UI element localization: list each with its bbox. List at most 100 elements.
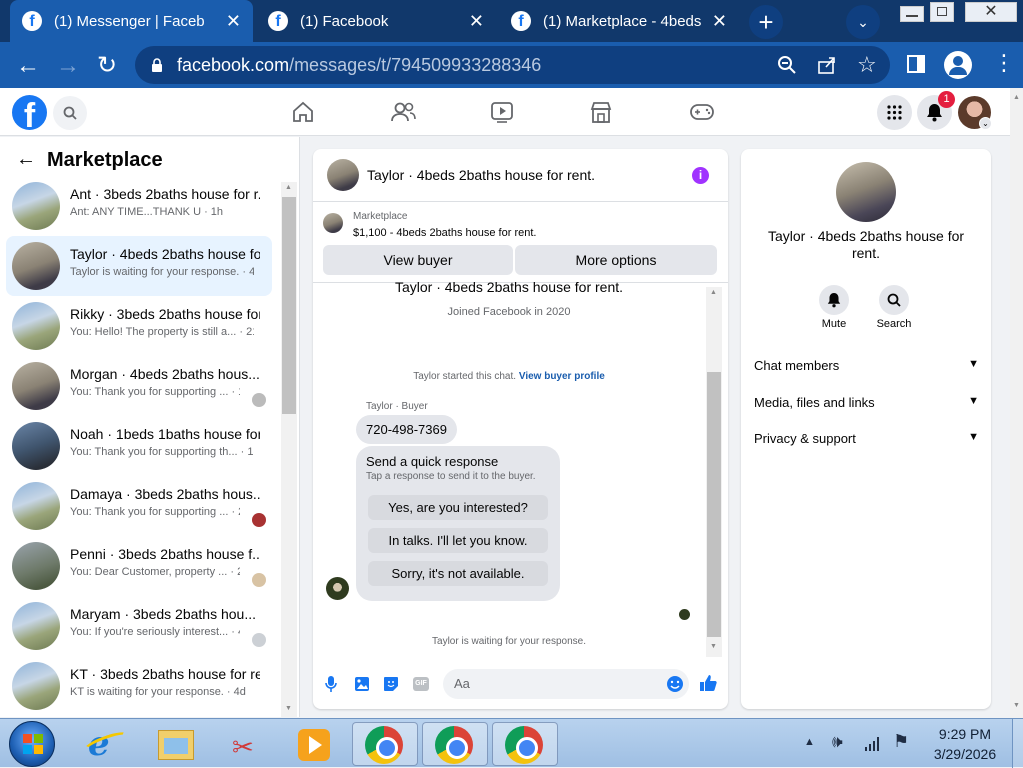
info-icon[interactable]: i <box>692 167 709 184</box>
conversation-item[interactable]: Maryam · 3beds 2baths hou... You: If you… <box>6 596 272 656</box>
sidebar-scrollbar[interactable]: ▲ ▼ <box>281 182 297 717</box>
facebook-logo[interactable]: f <box>12 95 47 130</box>
listing-thumbnail[interactable] <box>323 213 343 233</box>
minimize-button[interactable] <box>900 6 924 22</box>
privacy-support-section[interactable]: Privacy & support ▼ <box>754 431 979 446</box>
internet-explorer-taskbar-icon[interactable]: e <box>74 722 140 766</box>
reload-icon[interactable]: ↻ <box>97 51 117 80</box>
conversation-preview: You: If you're seriously interest... · 4… <box>70 626 240 638</box>
windows-taskbar: e ✂ ▲ 🕪 ⚑ 9:29 PM 3/29/2026 <box>0 718 1023 768</box>
close-tab-icon[interactable]: ✕ <box>469 11 484 32</box>
menu-grid-button[interactable] <box>877 95 912 130</box>
clock-time[interactable]: 9:29 PM <box>925 726 1005 742</box>
seen-avatar <box>252 393 266 407</box>
listing-source: Marketplace <box>353 211 408 222</box>
bell-icon <box>827 293 841 308</box>
action-center-flag-icon[interactable]: ⚑ <box>893 731 909 752</box>
profile-title: Taylor · 4beds 2baths house for rent. <box>394 279 624 295</box>
sticker-icon[interactable] <box>383 676 399 692</box>
chrome-icon <box>435 726 473 764</box>
friends-icon[interactable] <box>390 101 416 123</box>
close-tab-icon[interactable]: ✕ <box>226 11 241 32</box>
close-window-button[interactable]: ✕ <box>965 2 1017 22</box>
zoom-icon[interactable] <box>777 55 797 75</box>
media-player-taskbar-icon[interactable] <box>284 722 350 766</box>
page-title: Marketplace <box>47 149 163 171</box>
chat-header-avatar[interactable] <box>327 159 359 191</box>
new-tab-button[interactable]: + <box>749 5 783 39</box>
conversation-item[interactable]: Penni · 3beds 2baths house f... You: Dea… <box>6 536 272 596</box>
listing-title[interactable]: $1,100 - 4beds 2baths house for rent. <box>353 227 536 239</box>
snipping-tool-taskbar-icon[interactable]: ✂ <box>214 722 280 766</box>
conversation-item[interactable]: KT · 3beds 2baths house for re... KT is … <box>6 656 272 716</box>
share-icon[interactable] <box>817 55 837 75</box>
profile-avatar[interactable] <box>944 51 972 79</box>
bookmark-star-icon[interactable]: ☆ <box>857 52 877 78</box>
message-input[interactable]: Aa <box>443 669 689 699</box>
back-icon[interactable]: ← <box>16 52 40 80</box>
emoji-icon[interactable] <box>666 675 684 693</box>
like-icon[interactable] <box>699 674 717 692</box>
tab-search-button[interactable]: ⌄ <box>846 5 880 39</box>
listing-photo[interactable] <box>836 162 896 222</box>
conversation-item[interactable]: Rikky · 3beds 2baths house for... You: H… <box>6 296 272 356</box>
conversation-item[interactable]: Morgan · 4beds 2baths hous... You: Thank… <box>6 356 272 416</box>
chat-scrollbar[interactable]: ▲ ▼ <box>706 287 722 657</box>
view-buyer-button[interactable]: View buyer <box>323 245 513 275</box>
address-bar[interactable]: facebook.com/messages/t/794509933288346 … <box>135 46 890 84</box>
details-title: Taylor · 4beds 2baths house for rent. <box>767 228 965 261</box>
file-explorer-taskbar-icon[interactable] <box>144 722 210 766</box>
conversation-name: Morgan · 4beds 2baths hous... <box>70 366 260 382</box>
mute-button[interactable] <box>819 285 849 315</box>
conversation-item[interactable]: Noah · 1beds 1baths house for... You: Th… <box>6 416 272 476</box>
conversation-item-selected[interactable]: Taylor · 4beds 2baths house fo... Taylor… <box>6 236 272 296</box>
chrome-taskbar-button[interactable] <box>422 722 488 766</box>
back-arrow-icon[interactable]: ← <box>16 148 36 171</box>
conversation-details-panel: Taylor · 4beds 2baths house for rent. Mu… <box>741 149 991 709</box>
watch-icon[interactable] <box>490 101 514 123</box>
quick-response-option[interactable]: Yes, are you interested? <box>368 495 548 520</box>
chat-header-title[interactable]: Taylor · 4beds 2baths house for rent. <box>367 167 595 183</box>
network-icon[interactable] <box>865 736 881 751</box>
close-tab-icon[interactable]: ✕ <box>712 11 727 32</box>
listing-thumbnail <box>12 602 60 650</box>
media-files-links-section[interactable]: Media, files and links ▼ <box>754 395 979 410</box>
marketplace-icon[interactable] <box>589 100 613 124</box>
conversation-name: Damaya · 3beds 2baths hous... <box>70 486 260 502</box>
more-options-button[interactable]: More options <box>515 245 717 275</box>
clock-date[interactable]: 3/29/2026 <box>925 746 1005 762</box>
chat-members-section[interactable]: Chat members ▼ <box>754 358 979 373</box>
chrome-icon <box>365 726 403 764</box>
tab-messenger[interactable]: f (1) Messenger | Facebook ✕ <box>10 0 253 42</box>
quick-response-option[interactable]: In talks. I'll let you know. <box>368 528 548 553</box>
forward-icon[interactable]: → <box>56 52 80 80</box>
conversation-item[interactable]: Damaya · 3beds 2baths hous... You: Thank… <box>6 476 272 536</box>
view-buyer-profile-link[interactable]: View buyer profile <box>519 371 605 382</box>
page-scrollbar[interactable]: ▲ ▼ <box>1010 88 1023 718</box>
tab-facebook[interactable]: f (1) Facebook ✕ <box>256 0 496 42</box>
home-icon[interactable] <box>291 101 315 123</box>
microphone-icon[interactable] <box>325 675 337 693</box>
volume-icon[interactable]: 🕪 <box>832 732 843 752</box>
show-hidden-icons[interactable]: ▲ <box>804 736 815 748</box>
gif-icon[interactable]: GIF <box>413 677 429 691</box>
account-chevron-icon[interactable]: ⌄ <box>979 117 992 130</box>
gaming-icon[interactable] <box>689 103 715 121</box>
sender-avatar[interactable] <box>326 577 349 600</box>
chrome-icon <box>505 726 543 764</box>
chevron-down-icon: ▼ <box>968 395 979 407</box>
tab-marketplace[interactable]: f (1) Marketplace - 4beds ✕ <box>499 0 739 42</box>
image-icon[interactable] <box>354 676 370 692</box>
start-button[interactable] <box>9 721 55 767</box>
search-in-conversation-button[interactable] <box>879 285 909 315</box>
quick-response-option[interactable]: Sorry, it's not available. <box>368 561 548 586</box>
restore-button[interactable] <box>930 2 954 22</box>
message-bubble[interactable]: 720-498-7369 <box>356 415 457 444</box>
chrome-taskbar-button[interactable] <box>352 722 418 766</box>
chrome-taskbar-button[interactable] <box>492 722 558 766</box>
sidebar-icon[interactable] <box>906 54 926 74</box>
browser-menu-icon[interactable]: ⋮ <box>993 50 1015 76</box>
conversation-item[interactable]: Ant · 3beds 2baths house for r... Ant: A… <box>6 176 272 236</box>
search-button[interactable] <box>53 96 87 130</box>
show-desktop-button[interactable] <box>1012 719 1023 768</box>
